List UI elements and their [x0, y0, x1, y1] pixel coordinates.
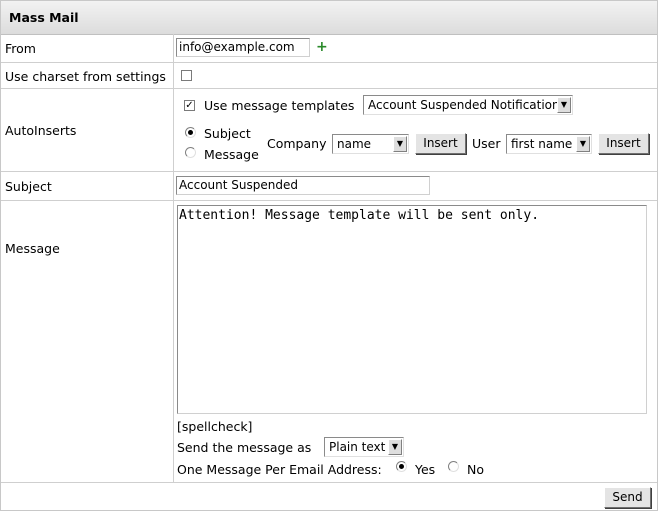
panel-header: Mass Mail [1, 1, 657, 35]
autoinserts-label: AutoInserts [5, 123, 77, 138]
charset-label: Use charset from settings [5, 69, 166, 84]
one-per-email-yes-radio[interactable] [396, 461, 407, 472]
chevron-down-icon: ▼ [557, 97, 571, 113]
template-select-value: Account Suspended Notification [368, 98, 560, 112]
user-field-select[interactable]: first name ▼ [506, 134, 592, 154]
autoinserts-row: AutoInserts ✓ Use message templates Acco… [1, 89, 657, 172]
target-message-radio[interactable] [185, 147, 196, 158]
insert-company-button[interactable]: Insert [415, 133, 466, 154]
charset-checkbox[interactable] [181, 70, 192, 81]
send-button[interactable]: Send [604, 487, 651, 508]
send-format-value: Plain text [329, 440, 386, 454]
from-row: From info@example.com + [1, 34, 657, 63]
use-templates-checkbox[interactable]: ✓ [184, 100, 195, 111]
subject-label: Subject [5, 179, 52, 194]
charset-row: Use charset from settings [1, 63, 657, 89]
company-select-value: name [337, 137, 372, 151]
message-label: Message [5, 241, 60, 256]
one-per-email-no-radio[interactable] [448, 461, 459, 472]
from-input[interactable]: info@example.com [176, 38, 310, 57]
from-label: From [5, 41, 36, 56]
company-field-select[interactable]: name ▼ [332, 134, 409, 154]
use-templates-label: Use message templates [204, 98, 355, 113]
add-icon[interactable]: + [316, 39, 328, 55]
chevron-down-icon: ▼ [388, 439, 402, 455]
insert-user-button[interactable]: Insert [598, 133, 649, 154]
panel-title: Mass Mail [9, 10, 79, 25]
user-select-value: first name [511, 137, 573, 151]
yes-label: Yes [415, 462, 436, 477]
subject-input[interactable]: Account Suspended [176, 176, 430, 195]
message-textarea[interactable]: Attention! Message template will be sent… [177, 205, 647, 414]
subject-row: Subject Account Suspended [1, 172, 657, 201]
target-subject-radio[interactable] [185, 127, 196, 138]
send-format-select[interactable]: Plain text ▼ [324, 437, 404, 457]
chevron-down-icon: ▼ [393, 136, 407, 152]
template-select[interactable]: Account Suspended Notification ▼ [363, 95, 573, 115]
target-subject-label: Subject [204, 126, 251, 141]
user-label: User [472, 136, 501, 151]
no-label: No [467, 462, 484, 477]
target-message-label: Message [204, 147, 259, 162]
one-per-email-label: One Message Per Email Address: [177, 462, 382, 477]
send-as-label: Send the message as [177, 440, 312, 455]
company-label: Company [267, 136, 327, 151]
mass-mail-panel: Mass Mail From info@example.com + Use ch… [0, 0, 658, 511]
spellcheck-link[interactable]: [spellcheck] [177, 419, 252, 434]
chevron-down-icon: ▼ [576, 136, 590, 152]
